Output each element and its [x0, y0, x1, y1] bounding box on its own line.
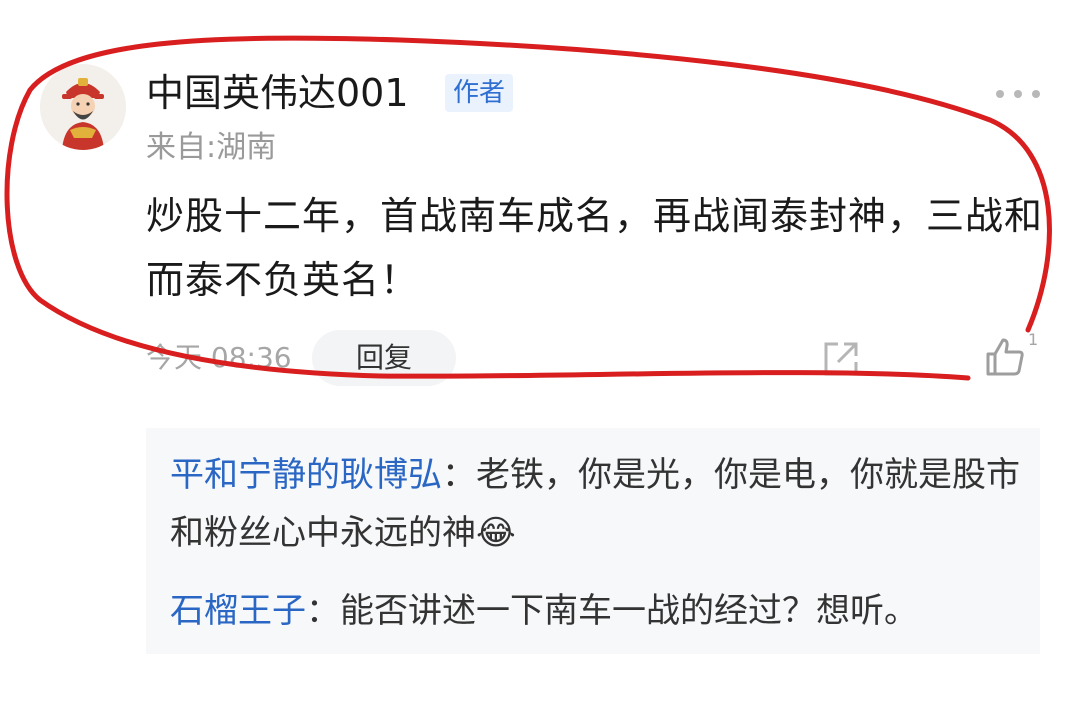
author-badge: 作者: [445, 74, 514, 112]
comment-content: 炒股十二年，首战南车成名，再战闻泰封神，三战和而泰不负英名！: [146, 194, 1044, 302]
like-count: 1: [1028, 330, 1039, 349]
username[interactable]: 中国英伟达001: [146, 68, 409, 118]
reply-item[interactable]: 平和宁静的耿博弘：老铁，你是光，你是电，你就是股市和粉丝心中永远的神😂: [170, 446, 1022, 562]
share-icon[interactable]: [820, 338, 862, 380]
reply-username[interactable]: 平和宁静的耿博弘: [170, 455, 442, 495]
reply-separator: ：: [442, 455, 476, 495]
location-text: 来自:湖南: [146, 130, 277, 165]
thumbs-up-icon[interactable]: [982, 334, 1028, 380]
replies-panel: 平和宁静的耿博弘：老铁，你是光，你是电，你就是股市和粉丝心中永远的神😂 石榴王子…: [146, 428, 1040, 654]
reply-button[interactable]: 回复: [312, 330, 456, 386]
fortune-god-avatar-icon: [40, 64, 126, 150]
reply-separator: ：: [306, 591, 340, 631]
more-dots-icon[interactable]: [996, 84, 1040, 104]
reply-text: 能否讲述一下南车一战的经过？想听。: [340, 591, 918, 631]
comment-page: 中国英伟达001 作者 来自:湖南 炒股十二年，首战南车成名，再战闻泰封神，三战…: [0, 0, 1080, 702]
user-avatar[interactable]: [40, 64, 126, 150]
comment-timestamp: 今天 08:36: [146, 341, 292, 374]
reply-item[interactable]: 石榴王子：能否讲述一下南车一战的经过？想听。: [170, 582, 1022, 640]
reply-username[interactable]: 石榴王子: [170, 591, 306, 631]
